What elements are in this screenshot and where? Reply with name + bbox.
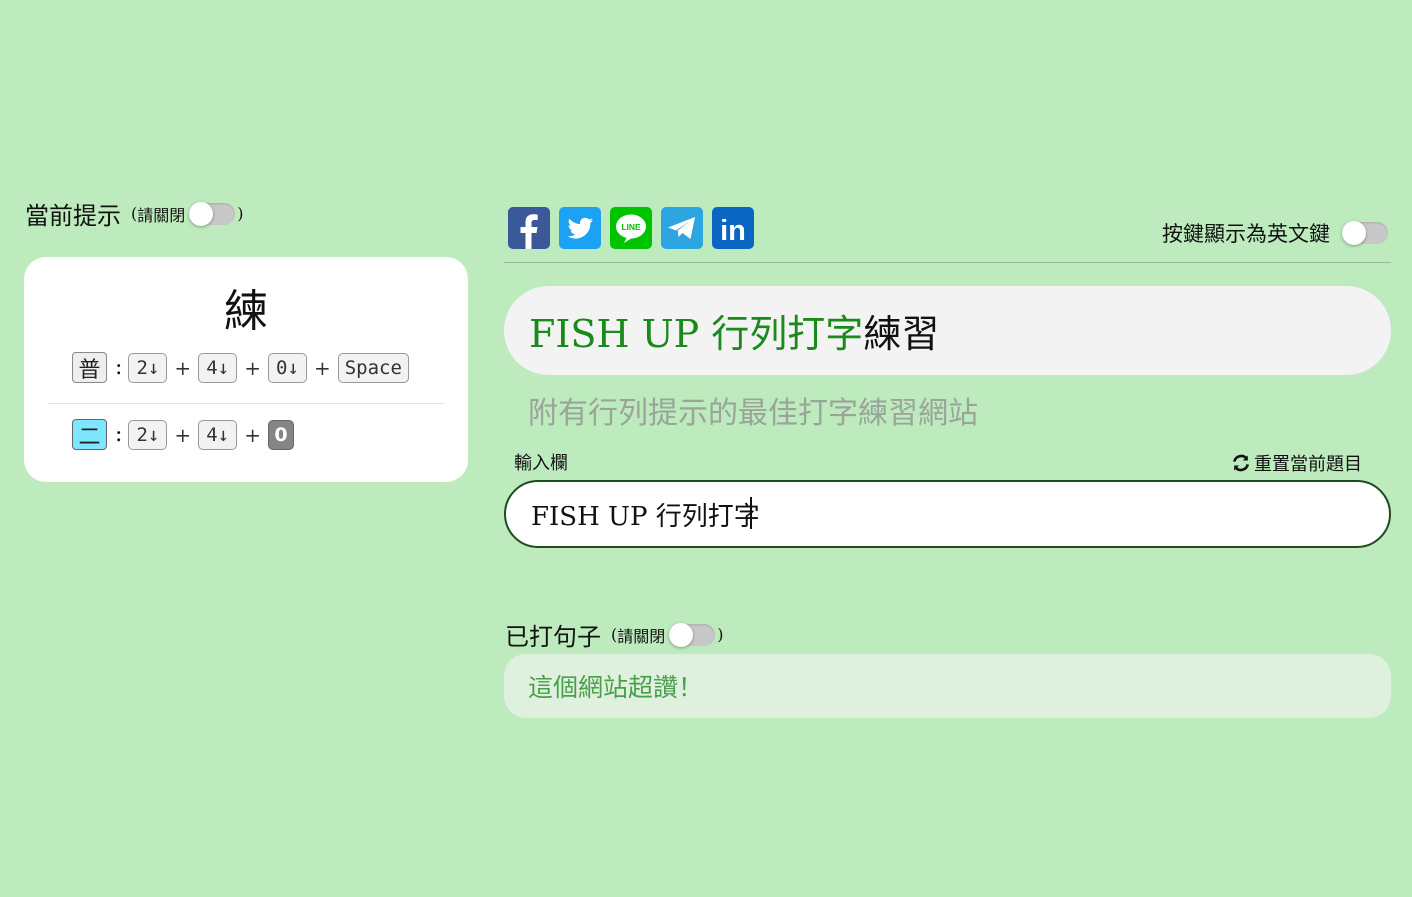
share-bar: LINE in <box>508 207 754 249</box>
target-typed-part: FISH UP 行列打字 <box>529 312 864 356</box>
facebook-icon <box>520 214 538 249</box>
key-cap: 4↓ <box>198 352 238 383</box>
typed-toggle-note: ( 請關閉 ) <box>611 622 724 647</box>
target-untyped-part: 練習 <box>863 312 940 356</box>
hint-toggle[interactable] <box>189 201 236 226</box>
english-keys-toggle[interactable] <box>1342 221 1388 245</box>
english-keys-setting: 按鍵顯示為英文鍵 <box>1162 218 1390 248</box>
typed-sentences-header: 已打句子 ( 請關閉 ) <box>505 617 724 652</box>
mode-key-normal: 普 <box>72 352 107 383</box>
colon: : <box>115 422 123 447</box>
key-cap: 0↓ <box>267 352 307 383</box>
linkedin-icon-label: in <box>720 215 746 247</box>
row-divider <box>48 403 444 404</box>
colon: : <box>115 355 123 380</box>
typed-sentence-item: 這個網站超讚！ <box>504 654 1391 718</box>
header-divider <box>504 262 1391 263</box>
note-close-paren: ) <box>237 204 244 223</box>
key-cap: 2↓ <box>128 419 168 450</box>
practice-subtitle: 附有行列提示的最佳打字練習網站 <box>528 396 978 431</box>
current-char: 練 <box>224 286 268 337</box>
facebook-share-button[interactable] <box>508 207 550 249</box>
key-cap: 2↓ <box>128 352 168 383</box>
key-cap: 4↓ <box>198 419 238 450</box>
practice-target-text: FISH UP 行列打字 練習 <box>504 286 1391 375</box>
plus-sign: + <box>244 355 261 380</box>
typing-input[interactable] <box>504 480 1391 548</box>
hint-row-normal: 普 : 2↓ + 4↓ + 0↓ + Space <box>72 352 409 383</box>
reset-question-button[interactable]: 重置當前題目 <box>1232 450 1362 476</box>
toggle-knob <box>1342 221 1366 245</box>
hint-toggle-note: ( 請關閉 ) <box>131 201 244 226</box>
reset-label: 重置當前題目 <box>1254 454 1362 475</box>
line-icon: LINE <box>616 214 646 243</box>
typed-sentences-title: 已打句子 <box>505 623 601 651</box>
hint-title: 當前提示 <box>25 202 121 230</box>
typed-toggle-label: 請關閉 <box>617 626 666 646</box>
line-icon-label: LINE <box>621 222 641 232</box>
text-caret <box>750 497 752 529</box>
plus-sign: + <box>244 422 261 447</box>
telegram-icon <box>668 217 695 239</box>
plus-sign: + <box>174 355 192 380</box>
hint-toggle-label: 請關閉 <box>137 205 186 225</box>
plus-sign: + <box>313 355 331 380</box>
telegram-share-button[interactable] <box>661 207 703 249</box>
linkedin-share-button[interactable]: in <box>712 207 754 249</box>
hint-row-second: 二 : 2↓ + 4↓ + 0 <box>72 419 294 450</box>
mode-key-second: 二 <box>72 419 107 450</box>
key-cap-active: 0 <box>267 419 294 450</box>
twitter-icon <box>567 217 593 239</box>
toggle-knob <box>189 201 214 226</box>
line-share-button[interactable]: LINE <box>610 207 652 249</box>
hint-header: 當前提示 ( 請關閉 ) <box>25 196 244 231</box>
hint-card: 練 普 : 2↓ + 4↓ + 0↓ + Space 二 : 2↓ + 4↓ +… <box>24 257 468 482</box>
key-cap-space: Space <box>337 352 409 383</box>
twitter-share-button[interactable] <box>559 207 601 249</box>
input-label: 輸入欄 <box>514 453 568 474</box>
note-close-paren: ) <box>717 625 724 644</box>
refresh-icon <box>1233 454 1249 472</box>
linkedin-icon: in <box>720 215 746 247</box>
toggle-knob <box>669 622 694 647</box>
english-keys-label: 按鍵顯示為英文鍵 <box>1162 222 1330 246</box>
plus-sign: + <box>174 422 192 447</box>
typed-sentences-toggle[interactable] <box>669 622 716 647</box>
